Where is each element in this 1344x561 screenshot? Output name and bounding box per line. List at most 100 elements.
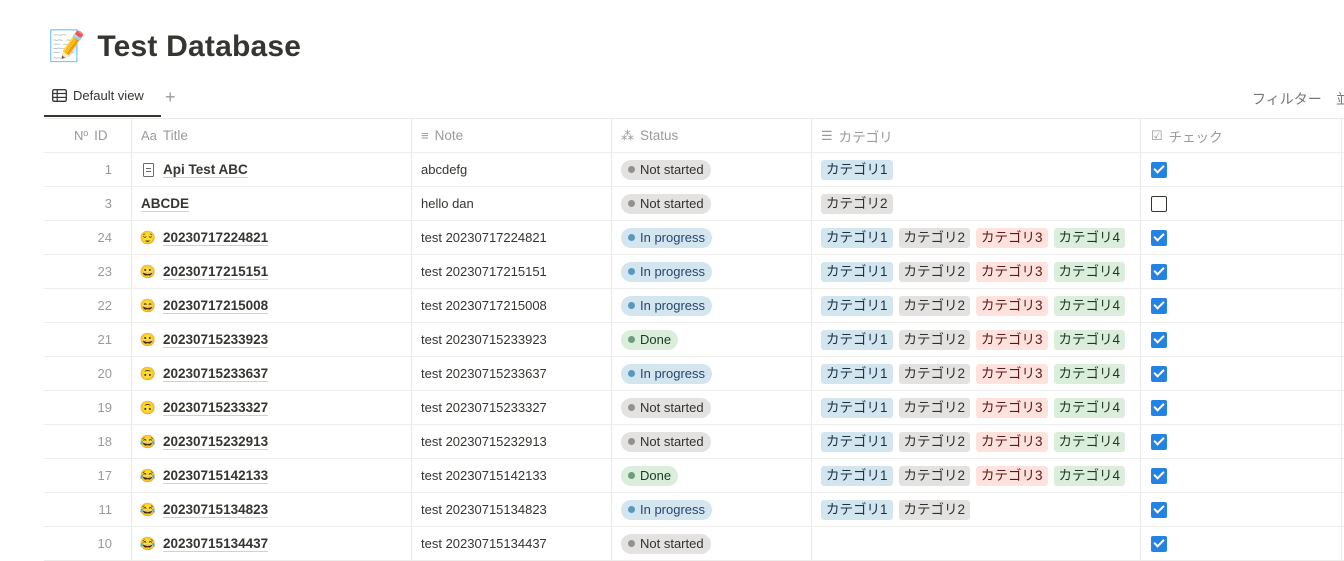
table-row[interactable]: 18 😂 20230715232913 test 20230715232913 N… xyxy=(44,425,1344,459)
table-row[interactable]: 21 😀 20230715233923 test 20230715233923 D… xyxy=(44,323,1344,357)
row-status-cell[interactable]: Not started xyxy=(612,187,811,220)
column-header-title[interactable]: Aa Title xyxy=(132,119,411,152)
row-note[interactable]: test 20230715233923 xyxy=(412,323,611,356)
row-title-cell[interactable]: 😌 20230717224821 xyxy=(132,221,411,254)
table-row[interactable]: 22 😄 20230717215008 test 20230717215008 I… xyxy=(44,289,1344,323)
emoji-icon[interactable]: 😂 xyxy=(140,468,156,484)
unchecked-checkbox[interactable] xyxy=(1151,195,1167,212)
row-note[interactable]: test 20230717215008 xyxy=(412,289,611,322)
row-title[interactable]: 20230715134823 xyxy=(163,502,269,518)
row-status-cell[interactable]: In progress xyxy=(612,255,811,288)
page-title[interactable]: Test Database xyxy=(97,30,301,64)
tab-default-view[interactable]: Default view xyxy=(52,88,144,103)
emoji-icon[interactable]: 😄 xyxy=(140,298,156,314)
row-title[interactable]: Api Test ABC xyxy=(163,162,248,178)
row-title[interactable]: 20230715233923 xyxy=(163,332,269,348)
column-header-category[interactable]: ☰ カテゴリ xyxy=(812,119,1140,152)
row-title[interactable]: ABCDE xyxy=(141,196,190,212)
row-status-cell[interactable]: Not started xyxy=(612,153,811,186)
checked-checkbox[interactable] xyxy=(1151,297,1167,314)
row-category-cell[interactable]: カテゴリ1 カテゴリ2 カテゴリ3 カテゴリ4 xyxy=(812,357,1140,390)
column-header-status[interactable]: ⁂ Status xyxy=(612,119,811,152)
row-title[interactable]: 20230715232913 xyxy=(163,434,269,450)
row-category-cell[interactable]: カテゴリ2 xyxy=(812,187,1140,220)
row-category-cell[interactable]: カテゴリ1 カテゴリ2 カテゴリ3 カテゴリ4 xyxy=(812,459,1140,492)
row-status-cell[interactable]: Not started xyxy=(612,527,811,560)
row-title[interactable]: 20230715142133 xyxy=(163,468,269,484)
row-status-cell[interactable]: In progress xyxy=(612,493,811,526)
row-note[interactable]: test 20230717224821 xyxy=(412,221,611,254)
row-note[interactable]: test 20230717215151 xyxy=(412,255,611,288)
emoji-icon[interactable]: 😂 xyxy=(140,434,156,450)
column-header-id[interactable]: Nº ID xyxy=(44,119,131,152)
row-title-cell[interactable]: 😂 20230715134823 xyxy=(132,493,411,526)
table-row[interactable]: 11 😂 20230715134823 test 20230715134823 I… xyxy=(44,493,1344,527)
sort-button[interactable]: 並 xyxy=(1336,89,1344,109)
table-row[interactable]: 23 😀 20230717215151 test 20230717215151 I… xyxy=(44,255,1344,289)
row-category-cell[interactable]: カテゴリ1 カテゴリ2 カテゴリ3 カテゴリ4 xyxy=(812,425,1140,458)
checked-checkbox[interactable] xyxy=(1151,535,1167,552)
row-title[interactable]: 20230717224821 xyxy=(163,230,269,246)
row-note[interactable]: abcdefg xyxy=(412,153,611,186)
checked-checkbox[interactable] xyxy=(1151,399,1167,416)
emoji-icon[interactable]: 😀 xyxy=(140,264,156,280)
row-category-cell[interactable]: カテゴリ1 xyxy=(812,153,1140,186)
row-category-cell[interactable]: カテゴリ1 カテゴリ2 カテゴリ3 カテゴリ4 xyxy=(812,221,1140,254)
row-title[interactable]: 20230715233327 xyxy=(163,400,269,416)
checked-checkbox[interactable] xyxy=(1151,331,1167,348)
row-title[interactable]: 20230715233637 xyxy=(163,366,269,382)
row-title[interactable]: 20230717215151 xyxy=(163,264,269,280)
table-row[interactable]: 3 ABCDE hello dan Not started カテゴリ2 xyxy=(44,187,1344,221)
row-status-cell[interactable]: In progress xyxy=(612,357,811,390)
row-status-cell[interactable]: Not started xyxy=(612,391,811,424)
row-title[interactable]: 20230715134437 xyxy=(163,536,269,552)
emoji-icon[interactable]: 🙃 xyxy=(140,400,156,416)
checked-checkbox[interactable] xyxy=(1151,501,1167,518)
row-status-cell[interactable]: Done xyxy=(612,459,811,492)
row-title-cell[interactable]: 😂 20230715232913 xyxy=(132,425,411,458)
checked-checkbox[interactable] xyxy=(1151,161,1167,178)
row-title-cell[interactable]: 😄 20230717215008 xyxy=(132,289,411,322)
row-note[interactable]: hello dan xyxy=(412,187,611,220)
row-title[interactable]: 20230717215008 xyxy=(163,298,269,314)
row-note[interactable]: test 20230715142133 xyxy=(412,459,611,492)
row-category-cell[interactable]: カテゴリ1 カテゴリ2 カテゴリ3 カテゴリ4 xyxy=(812,391,1140,424)
row-note[interactable]: test 20230715134823 xyxy=(412,493,611,526)
checked-checkbox[interactable] xyxy=(1151,263,1167,280)
table-row[interactable]: 1 Api Test ABC abcdefg Not started カテゴリ1 xyxy=(44,153,1344,187)
table-row[interactable]: 20 🙃 20230715233637 test 20230715233637 I… xyxy=(44,357,1344,391)
row-note[interactable]: test 20230715134437 xyxy=(412,527,611,560)
row-status-cell[interactable]: In progress xyxy=(612,289,811,322)
row-status-cell[interactable]: Done xyxy=(612,323,811,356)
column-header-check[interactable]: ☑ チェック xyxy=(1141,119,1344,152)
filter-button[interactable]: フィルター xyxy=(1252,89,1322,109)
emoji-icon[interactable]: 🙃 xyxy=(140,366,156,382)
row-category-cell[interactable]: カテゴリ1 カテゴリ2 カテゴリ3 カテゴリ4 xyxy=(812,255,1140,288)
row-category-cell[interactable] xyxy=(812,527,1140,560)
row-title-cell[interactable]: Api Test ABC xyxy=(132,153,411,186)
row-title-cell[interactable]: 😀 20230717215151 xyxy=(132,255,411,288)
row-note[interactable]: test 20230715232913 xyxy=(412,425,611,458)
add-view-icon[interactable]: + xyxy=(165,87,176,108)
row-category-cell[interactable]: カテゴリ1 カテゴリ2 カテゴリ3 カテゴリ4 xyxy=(812,323,1140,356)
row-status-cell[interactable]: In progress xyxy=(612,221,811,254)
column-header-note[interactable]: ≡ Note xyxy=(412,119,611,152)
row-status-cell[interactable]: Not started xyxy=(612,425,811,458)
row-title-cell[interactable]: 😂 20230715134437 xyxy=(132,527,411,560)
page-emoji-icon[interactable]: 📝 xyxy=(48,29,85,65)
row-category-cell[interactable]: カテゴリ1 カテゴリ2 カテゴリ3 カテゴリ4 xyxy=(812,289,1140,322)
checked-checkbox[interactable] xyxy=(1151,365,1167,382)
emoji-icon[interactable]: 😂 xyxy=(140,536,156,552)
row-title-cell[interactable]: ABCDE xyxy=(132,187,411,220)
table-row[interactable]: 24 😌 20230717224821 test 20230717224821 I… xyxy=(44,221,1344,255)
emoji-icon[interactable]: 😌 xyxy=(140,230,156,246)
emoji-icon[interactable]: 😀 xyxy=(140,332,156,348)
row-title-cell[interactable]: 😀 20230715233923 xyxy=(132,323,411,356)
row-title-cell[interactable]: 😂 20230715142133 xyxy=(132,459,411,492)
table-row[interactable]: 17 😂 20230715142133 test 20230715142133 D… xyxy=(44,459,1344,493)
checked-checkbox[interactable] xyxy=(1151,229,1167,246)
emoji-icon[interactable]: 😂 xyxy=(140,502,156,518)
checked-checkbox[interactable] xyxy=(1151,467,1167,484)
row-note[interactable]: test 20230715233637 xyxy=(412,357,611,390)
table-row[interactable]: 19 🙃 20230715233327 test 20230715233327 N… xyxy=(44,391,1344,425)
